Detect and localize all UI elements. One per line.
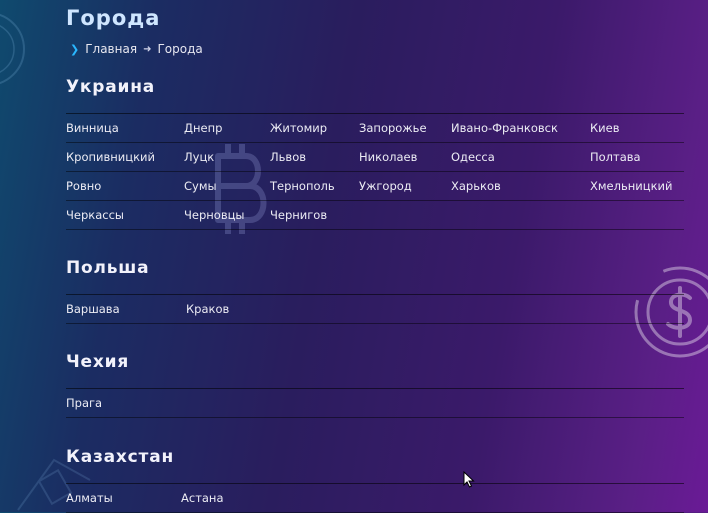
city-link[interactable]: Черновцы (184, 208, 245, 222)
city-link[interactable]: Ивано-Франковск (451, 121, 558, 135)
country-section: Казахстан Алматы Астана (66, 447, 684, 513)
city-link[interactable]: Житомир (270, 121, 327, 135)
city-row: Варшава Краков (66, 295, 684, 324)
city-link[interactable]: Варшава (66, 302, 120, 316)
city-row: Черкассы Черновцы Чернигов (66, 201, 684, 230)
country-title: Чехия (66, 352, 130, 372)
country-title: Украина (66, 77, 156, 97)
city-list: Варшава Краков (66, 294, 684, 324)
country-title: Казахстан (66, 447, 175, 467)
mouse-cursor-icon (463, 471, 475, 488)
city-link[interactable]: Краков (186, 302, 229, 316)
arrow-right-icon: ➜ (143, 43, 152, 55)
city-link[interactable]: Чернигов (270, 208, 327, 222)
city-list: Винница Днепр Житомир Запорожье Ивано-Франко… (66, 113, 684, 230)
breadcrumb-current: Города (157, 42, 203, 56)
city-link[interactable]: Прага (66, 396, 102, 410)
city-link[interactable]: Полтава (590, 150, 641, 164)
city-link[interactable]: Тернополь (270, 179, 335, 193)
city-link[interactable]: Запорожье (359, 121, 427, 135)
country-section: Польша Варшава Краков (66, 258, 684, 324)
city-row: Алматы Астана (66, 484, 684, 513)
city-row: Кропивницкий Луцк Львов Николаев Одесса Полта… (66, 143, 684, 172)
city-link[interactable]: Черкассы (66, 208, 124, 222)
city-link[interactable]: Кропивницкий (66, 150, 155, 164)
city-row: Прага (66, 389, 684, 418)
city-link[interactable]: Львов (270, 150, 306, 164)
city-link[interactable]: Киев (590, 121, 620, 135)
city-row: Винница Днепр Житомир Запорожье Ивано-Франко… (66, 114, 684, 143)
city-link[interactable]: Хмельницкий (590, 179, 672, 193)
city-link[interactable]: Днепр (184, 121, 222, 135)
city-link[interactable]: Ужгород (359, 179, 412, 193)
ring-decoration-icon (0, 14, 25, 84)
city-link[interactable]: Одесса (451, 150, 495, 164)
city-link[interactable]: Ровно (66, 179, 101, 193)
city-link[interactable]: Харьков (451, 179, 501, 193)
country-section: Чехия Прага (66, 352, 684, 418)
city-link[interactable]: Винница (66, 121, 119, 135)
city-link[interactable]: Сумы (184, 179, 217, 193)
city-link[interactable]: Николаев (359, 150, 417, 164)
chevron-right-icon: ❯ (70, 42, 80, 56)
city-link[interactable]: Астана (181, 491, 224, 505)
city-link[interactable]: Алматы (66, 491, 113, 505)
breadcrumb: ❯ Главная ➜ Города (70, 42, 203, 56)
breadcrumb-home-link[interactable]: Главная (85, 42, 137, 56)
country-title: Польша (66, 258, 150, 278)
city-list: Прага (66, 388, 684, 418)
city-list: Алматы Астана (66, 483, 684, 513)
page-title: Города (66, 6, 161, 30)
country-section: Украина Винница Днепр Житомир Запорожье Ивано… (66, 77, 684, 230)
city-link[interactable]: Луцк (184, 150, 214, 164)
city-row: Ровно Сумы Тернополь Ужгород Харьков Хмельниц… (66, 172, 684, 201)
